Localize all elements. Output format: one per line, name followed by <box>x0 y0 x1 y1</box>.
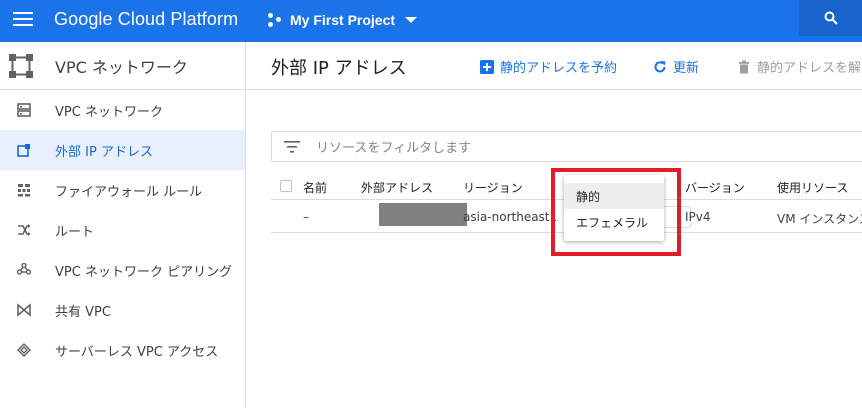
sidebar-item-label: 共有 VPC <box>55 304 111 320</box>
search-button[interactable] <box>799 0 862 36</box>
column-header-name[interactable]: 名前 <box>303 179 327 196</box>
top-app-bar: Google Cloud Platform My First Project <box>0 0 862 42</box>
page-header: 外部 IP アドレス 静的アドレスを予約 更新 静的アドレスを解 <box>247 42 862 90</box>
project-selector[interactable]: My First Project <box>268 10 418 30</box>
filter-icon <box>284 140 300 153</box>
vpc-network-icon <box>16 102 32 118</box>
sidebar-item-routes[interactable]: ルート <box>0 210 245 250</box>
column-header-version[interactable]: バージョン <box>685 179 745 196</box>
serverless-vpc-icon <box>16 342 32 358</box>
redacted-address <box>379 203 467 226</box>
sidebar-item-external-ip[interactable]: 外部 IP アドレス <box>0 130 245 170</box>
cell-version: IPv4 <box>685 210 711 224</box>
cell-name: – <box>303 210 309 224</box>
release-static-address-button[interactable]: 静的アドレスを解 <box>737 57 861 76</box>
filter-placeholder: リソースをフィルタします <box>316 141 472 156</box>
release-label: 静的アドレスを解 <box>757 61 862 76</box>
sidebar-item-serverless-vpc[interactable]: サーバーレス VPC アクセス <box>0 330 245 370</box>
cell-used-by: VM インスタンス <box>777 212 862 226</box>
sidebar-item-label: ファイアウォール ルール <box>55 184 203 200</box>
project-name: My First Project <box>290 12 396 28</box>
project-dots-icon <box>268 13 282 27</box>
sidebar: VPC ネットワーク VPC ネットワーク 外部 IP アドレス ファイアウォー… <box>0 42 246 408</box>
search-icon <box>824 11 838 25</box>
routes-icon <box>16 222 32 238</box>
firewall-icon <box>16 182 32 198</box>
sidebar-item-label: VPC ネットワーク ピアリング <box>55 264 233 280</box>
sidebar-item-peering[interactable]: VPC ネットワーク ピアリング <box>0 250 245 290</box>
reserve-label: 静的アドレスを予約 <box>500 61 618 76</box>
vpc-product-icon <box>9 53 33 78</box>
column-header-used-by[interactable]: 使用リソース <box>777 179 848 196</box>
external-ip-icon <box>16 142 32 158</box>
refresh-icon <box>654 60 666 72</box>
sidebar-item-firewall[interactable]: ファイアウォール ルール <box>0 170 245 210</box>
main-content: 外部 IP アドレス 静的アドレスを予約 更新 静的アドレスを解 リソースをフィ… <box>247 42 862 408</box>
sidebar-header: VPC ネットワーク <box>0 42 245 90</box>
menu-item-static[interactable]: 静的 <box>564 183 664 209</box>
select-all-checkbox[interactable] <box>280 180 292 192</box>
sidebar-item-label: VPC ネットワーク <box>55 104 163 120</box>
refresh-label: 更新 <box>673 61 700 76</box>
trash-icon <box>739 60 749 73</box>
sidebar-item-label: ルート <box>55 224 95 240</box>
column-header-external-address[interactable]: 外部アドレス <box>361 179 433 196</box>
peering-icon <box>16 262 32 278</box>
column-header-region[interactable]: リージョン <box>463 179 523 196</box>
page-title: 外部 IP アドレス <box>271 58 407 79</box>
brand-title[interactable]: Google Cloud Platform <box>54 9 238 30</box>
refresh-button[interactable]: 更新 <box>653 57 699 76</box>
chevron-down-icon <box>405 17 418 23</box>
sidebar-title: VPC ネットワーク <box>55 57 188 77</box>
sidebar-item-shared-vpc[interactable]: 共有 VPC <box>0 290 245 330</box>
shared-vpc-icon <box>16 302 32 318</box>
menu-icon[interactable] <box>13 11 33 27</box>
sidebar-item-vpc-network[interactable]: VPC ネットワーク <box>0 90 245 130</box>
reserve-static-address-button[interactable]: 静的アドレスを予約 <box>480 57 617 76</box>
add-box-icon <box>480 59 494 74</box>
menu-item-ephemeral[interactable]: エフェメラル <box>564 209 664 235</box>
sidebar-item-label: 外部 IP アドレス <box>55 144 153 160</box>
filter-bar[interactable]: リソースをフィルタします <box>271 131 862 162</box>
sidebar-item-label: サーバーレス VPC アクセス <box>55 344 219 360</box>
type-dropdown-menu: 静的 エフェメラル <box>564 175 664 241</box>
cell-region: asia-northeast1 <box>463 210 558 224</box>
